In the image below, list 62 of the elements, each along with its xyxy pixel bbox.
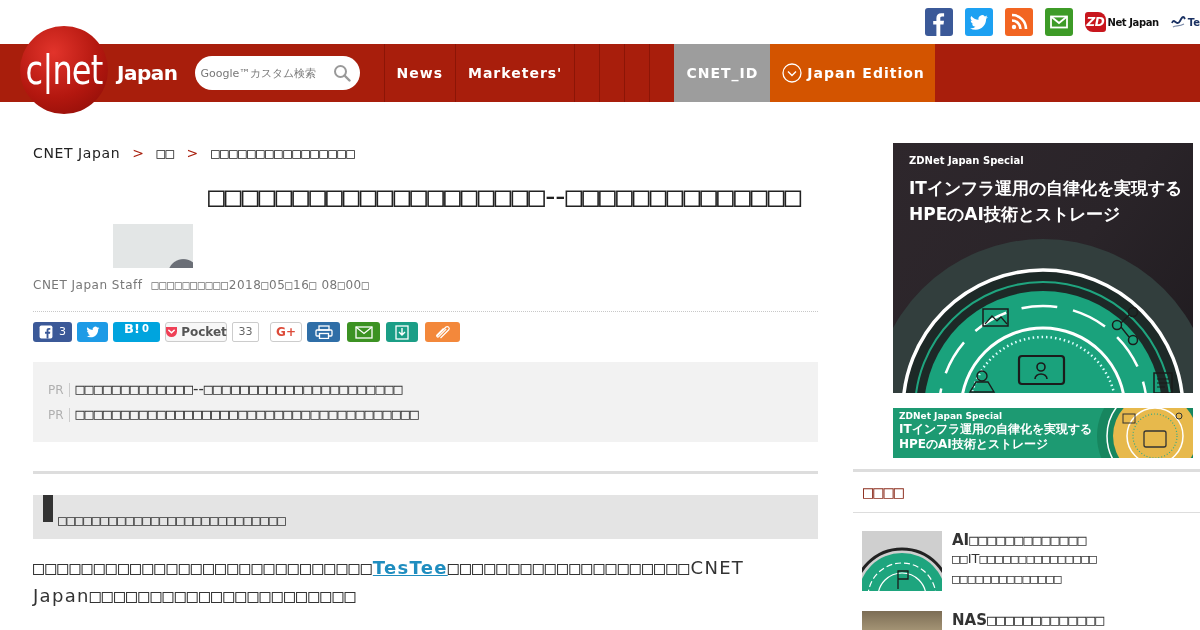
share-button[interactable]: G+ xyxy=(270,322,302,342)
banner-headline: ITインフラ運用の自律化を実現する xyxy=(899,422,1092,437)
share-button[interactable] xyxy=(386,322,418,342)
breadcrumb-separator: > xyxy=(186,144,199,163)
share-button[interactable] xyxy=(77,322,108,342)
banner-headline: HPEのAI技術とストレージ xyxy=(899,437,1049,452)
search-icon[interactable] xyxy=(332,64,351,82)
logo-wordmark: Japan xyxy=(117,60,178,87)
edition-button[interactable]: Japan Edition xyxy=(770,44,935,102)
sidebar-item-title[interactable]: NAS□□□□□□□□□□□□□ xyxy=(952,611,1105,629)
publish-date: □□□□□□□□□□2018□05□16□ 08□00□ xyxy=(151,277,370,293)
breadcrumb-link[interactable]: □□ xyxy=(156,143,175,163)
pr-label: PR xyxy=(48,407,70,422)
partner-logo[interactable]: Te xyxy=(1170,14,1200,30)
swirl-icon xyxy=(1170,15,1186,29)
article-body-text: □□□□□□□□□□□□□□□□□□□□□□□□□□□□TesTee□□□□□□□□□□□□□□□□□□□□CNET Japan□□□□□□□□□□□□□□□□□□□□□□ xyxy=(33,556,746,608)
section-heading: □□□□□□□□□□□□□□□□□□□□□□□□□□□ xyxy=(33,495,818,539)
sidebar-item-text: □□□□□□□□□□□□□□ xyxy=(952,570,1063,588)
banner-headline: HPEのAI技術とストレージ xyxy=(908,203,1121,226)
pr-link[interactable]: □□□□□□□□□□□□□--□□□□□□□□□□□□□□□□□□□□□□ xyxy=(75,378,403,401)
share-button[interactable] xyxy=(307,322,340,342)
twitter-icon xyxy=(85,326,100,338)
sidebar-item-text: □□IT□□□□□□□□□□□□□□□ xyxy=(952,550,1097,568)
ad-banner[interactable]: ZDNet Japan Special ITインフラ運用の自律化を実現する HPEのAI技術とストレージ xyxy=(893,143,1193,393)
banner-brand: ZDNet Japan Special xyxy=(908,154,1025,168)
inline-link[interactable]: TesTee xyxy=(372,557,448,578)
search-field[interactable]: Google™カスタム検索 xyxy=(194,56,360,90)
sidebar-heading: □□□□ xyxy=(853,472,1200,513)
share-button[interactable]: 3 xyxy=(33,322,72,342)
breadcrumb-current: □□□□□□□□□□□□□□□□ xyxy=(210,144,356,163)
facebook-icon xyxy=(39,325,53,339)
mail-icon[interactable] xyxy=(1044,8,1073,36)
sidebar-item-title[interactable]: AI□□□□□□□□□□□□□ xyxy=(952,531,1097,549)
ad-banner[interactable]: ZDNet Japan Special ITインフラ運用の自律化を実現する HPEのAI技術とストレージ xyxy=(893,408,1193,458)
facebook-icon[interactable] xyxy=(924,8,953,36)
share-button[interactable]: Pocket xyxy=(165,322,227,342)
accent-bar xyxy=(43,495,53,522)
nav-link[interactable]: Marketers' xyxy=(455,44,575,102)
share-count: 33 xyxy=(232,322,259,342)
pocket-icon xyxy=(165,326,179,338)
share-button[interactable] xyxy=(347,322,380,342)
paperclip-icon xyxy=(434,325,451,339)
breadcrumb-separator: > xyxy=(132,144,145,163)
chevron-circle-icon xyxy=(782,63,803,83)
photo-placeholder[interactable] xyxy=(862,611,942,630)
partner-logo[interactable]: ZD Net Japan xyxy=(1084,8,1159,36)
envelope-icon xyxy=(354,325,373,339)
article-title: □□□□□□□□□□□□□□□□□□□□--□□□□□□□□□□□□□□ xyxy=(207,180,803,214)
banner-headline: ITインフラ運用の自律化を実現する xyxy=(908,177,1183,200)
share-button[interactable] xyxy=(425,322,460,342)
byline-author: CNET Japan Staff xyxy=(33,277,143,293)
download-icon xyxy=(395,324,409,340)
banner-brand: ZDNet Japan Special xyxy=(899,410,1004,422)
breadcrumb-link[interactable]: CNET Japan xyxy=(33,143,121,163)
site-logo[interactable]: c|net xyxy=(20,26,108,114)
twitter-icon[interactable] xyxy=(964,8,993,36)
pr-label: PR xyxy=(48,382,70,397)
pr-link[interactable]: □□□□□□□□□□□□□□□□□□□□□□□□□□□□□□□□□□□□□□ xyxy=(75,403,419,426)
thumbnail-drawing[interactable] xyxy=(862,531,942,591)
printer-icon xyxy=(314,325,333,339)
nav-link[interactable]: News xyxy=(383,44,455,102)
rss-icon[interactable] xyxy=(1004,8,1033,36)
